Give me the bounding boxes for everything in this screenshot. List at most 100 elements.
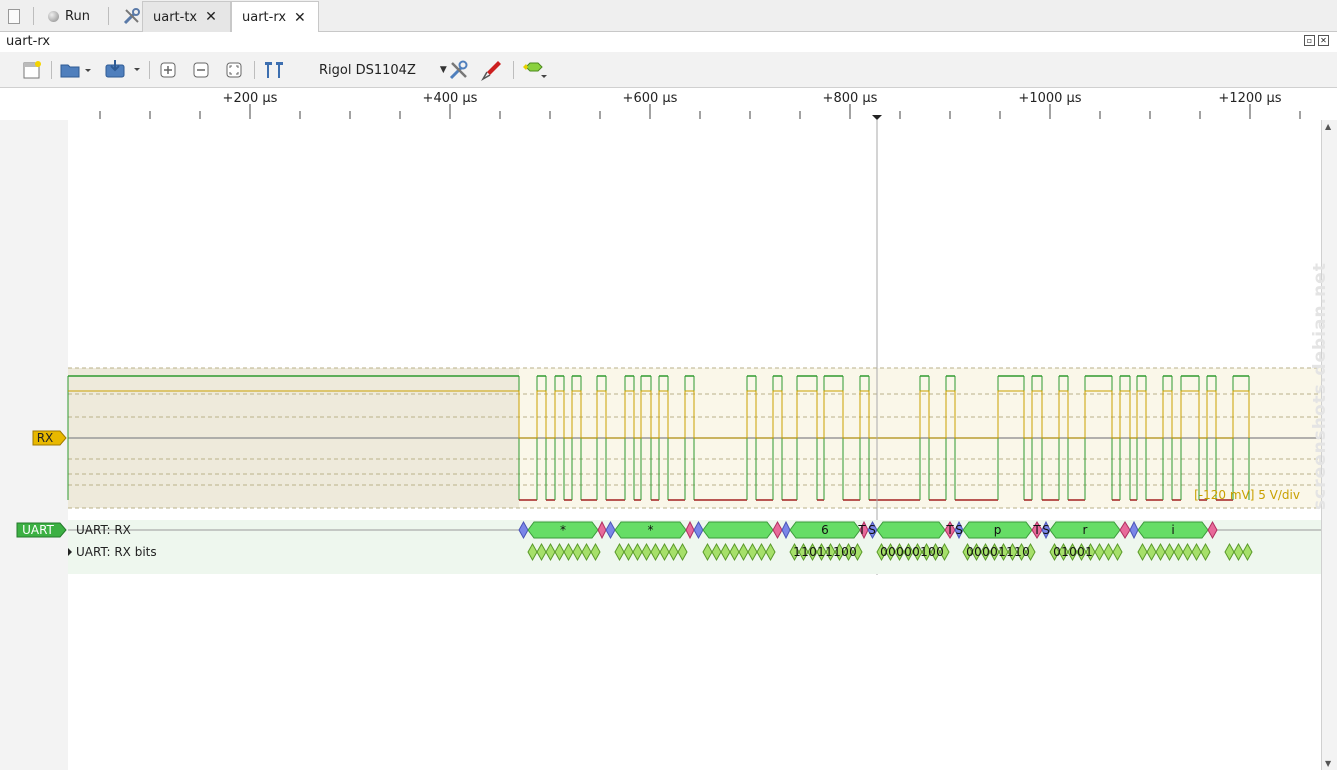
trace-view[interactable]: RX [-120 mV] 5 V/div UART UART: RX UART:… bbox=[0, 120, 1321, 770]
close-view-icon[interactable]: ✕ bbox=[1318, 35, 1329, 46]
bit-value-label: 1 bbox=[1085, 545, 1093, 559]
cursor-icon bbox=[265, 62, 283, 78]
watermark: screenshots.debian.net bbox=[1310, 262, 1330, 510]
bit-value-label: 0 bbox=[936, 545, 944, 559]
probe-button[interactable] bbox=[481, 59, 503, 81]
add-decoder-button[interactable] bbox=[522, 59, 550, 81]
new-session-icon bbox=[23, 61, 41, 79]
close-icon[interactable]: ✕ bbox=[294, 10, 306, 26]
bit-value-label: 1 bbox=[1006, 545, 1014, 559]
bit-value-label: 0 bbox=[928, 545, 936, 559]
bit-value-label: 1 bbox=[793, 545, 801, 559]
scroll-down-icon[interactable]: ▼ bbox=[1325, 759, 1331, 768]
chevron-down-icon: ▼ bbox=[439, 65, 447, 75]
zoom-fit-button[interactable] bbox=[224, 59, 244, 81]
data-byte-label: p bbox=[994, 523, 1002, 537]
separator bbox=[51, 61, 52, 79]
data-byte-label: * bbox=[648, 523, 654, 537]
view-title: uart-rx bbox=[0, 32, 1337, 52]
bit-value-label: 0 bbox=[896, 545, 904, 559]
bit-value-label: 0 bbox=[982, 545, 990, 559]
bit-value-label: 0 bbox=[1053, 545, 1061, 559]
bit-value-label: 1 bbox=[833, 545, 841, 559]
tab-uart-tx[interactable]: uart-tx ✕ bbox=[142, 1, 231, 32]
float-icon[interactable]: ▫ bbox=[1304, 35, 1315, 46]
bit-value-label: 0 bbox=[974, 545, 982, 559]
tab-uart-rx[interactable]: uart-rx ✕ bbox=[231, 1, 319, 33]
zoom-fit-icon bbox=[226, 62, 242, 78]
data-byte-label: * bbox=[560, 523, 566, 537]
separator bbox=[108, 7, 109, 25]
main-toolbar: Rigol DS1104Z ▼ bbox=[0, 52, 1337, 88]
zoom-out-button[interactable] bbox=[191, 59, 211, 81]
bit-value-label: 0 bbox=[1022, 545, 1030, 559]
device-label: Rigol DS1104Z bbox=[319, 62, 416, 78]
bit-value-label: 1 bbox=[1061, 545, 1069, 559]
bit-value-label: 0 bbox=[990, 545, 998, 559]
rx-label: RX bbox=[37, 431, 54, 445]
ruler-ticks bbox=[99, 104, 1301, 120]
separator bbox=[513, 61, 514, 79]
tab-bar: Run uart-tx ✕ uart-rx ✕ bbox=[0, 0, 1337, 33]
uart-decoder-badge[interactable]: UART bbox=[16, 522, 67, 538]
bit-value-label: 0 bbox=[1069, 545, 1077, 559]
device-settings-button[interactable] bbox=[448, 59, 470, 81]
bit-value-label: 1 bbox=[1014, 545, 1022, 559]
data-byte-label: i bbox=[1171, 523, 1174, 537]
new-window-button[interactable] bbox=[2, 3, 26, 29]
rx-channel-label[interactable]: RX bbox=[32, 430, 67, 446]
save-icon bbox=[105, 60, 140, 78]
device-settings-icon bbox=[449, 60, 468, 80]
window-controls: ▫ ✕ bbox=[1304, 35, 1329, 46]
cursor-button[interactable] bbox=[262, 59, 286, 81]
bit-value-label: 0 bbox=[912, 545, 920, 559]
new-session-button[interactable] bbox=[22, 59, 42, 81]
uart-badge-label: UART bbox=[22, 523, 54, 537]
frame-marker-label: T bbox=[1032, 523, 1041, 537]
frame-marker-label: T bbox=[857, 523, 866, 537]
run-label: Run bbox=[65, 8, 90, 24]
scroll-up-icon[interactable]: ▲ bbox=[1325, 122, 1331, 131]
run-button[interactable]: Run bbox=[42, 3, 96, 29]
frame-marker-label: T bbox=[945, 523, 954, 537]
run-status-icon bbox=[48, 10, 59, 22]
uart-rx-row-label: UART: RX bbox=[76, 523, 131, 537]
tab-label: uart-tx bbox=[153, 9, 198, 25]
bit-value-label: 0 bbox=[1077, 545, 1085, 559]
zoom-out-icon bbox=[193, 62, 209, 78]
bit-value-label: 1 bbox=[825, 545, 833, 559]
probe-icon bbox=[481, 61, 501, 81]
open-icon bbox=[60, 64, 91, 78]
bit-value-label: 1 bbox=[801, 545, 809, 559]
zoom-in-icon bbox=[160, 62, 176, 78]
separator bbox=[149, 61, 150, 79]
save-button[interactable] bbox=[104, 59, 140, 81]
tools-icon bbox=[123, 8, 140, 25]
bit-value-label: 1 bbox=[998, 545, 1006, 559]
open-button[interactable] bbox=[60, 59, 92, 81]
tab-label: uart-rx bbox=[242, 10, 287, 25]
time-ruler[interactable]: +200 µs +400 µs +600 µs +800 µs +1000 µs… bbox=[0, 88, 1337, 120]
scale-label: [-120 mV] 5 V/div bbox=[1194, 488, 1300, 502]
data-byte-annotation bbox=[702, 521, 774, 539]
data-byte-annotation bbox=[876, 521, 946, 539]
separator bbox=[33, 7, 34, 25]
bit-value-label: 0 bbox=[809, 545, 817, 559]
frame-marker-label: S bbox=[868, 523, 876, 537]
bit-value-label: 0 bbox=[904, 545, 912, 559]
bit-value-label: 0 bbox=[841, 545, 849, 559]
frame-marker-label: S bbox=[955, 523, 963, 537]
device-selector[interactable]: Rigol DS1104Z ▼ bbox=[319, 59, 447, 81]
bit-value-label: 0 bbox=[880, 545, 888, 559]
document-icon bbox=[8, 8, 20, 24]
frame-marker-label: S bbox=[1042, 523, 1050, 537]
zoom-in-button[interactable] bbox=[158, 59, 178, 81]
bit-value-label: 1 bbox=[817, 545, 825, 559]
separator bbox=[254, 61, 255, 79]
data-byte-label: r bbox=[1083, 523, 1088, 537]
decoder-icon bbox=[523, 62, 547, 78]
bit-value-label: 0 bbox=[966, 545, 974, 559]
close-icon[interactable]: ✕ bbox=[205, 9, 217, 25]
uart-rx-bits-row-label: UART: RX bits bbox=[76, 545, 157, 559]
data-byte-label: 6 bbox=[821, 523, 829, 537]
